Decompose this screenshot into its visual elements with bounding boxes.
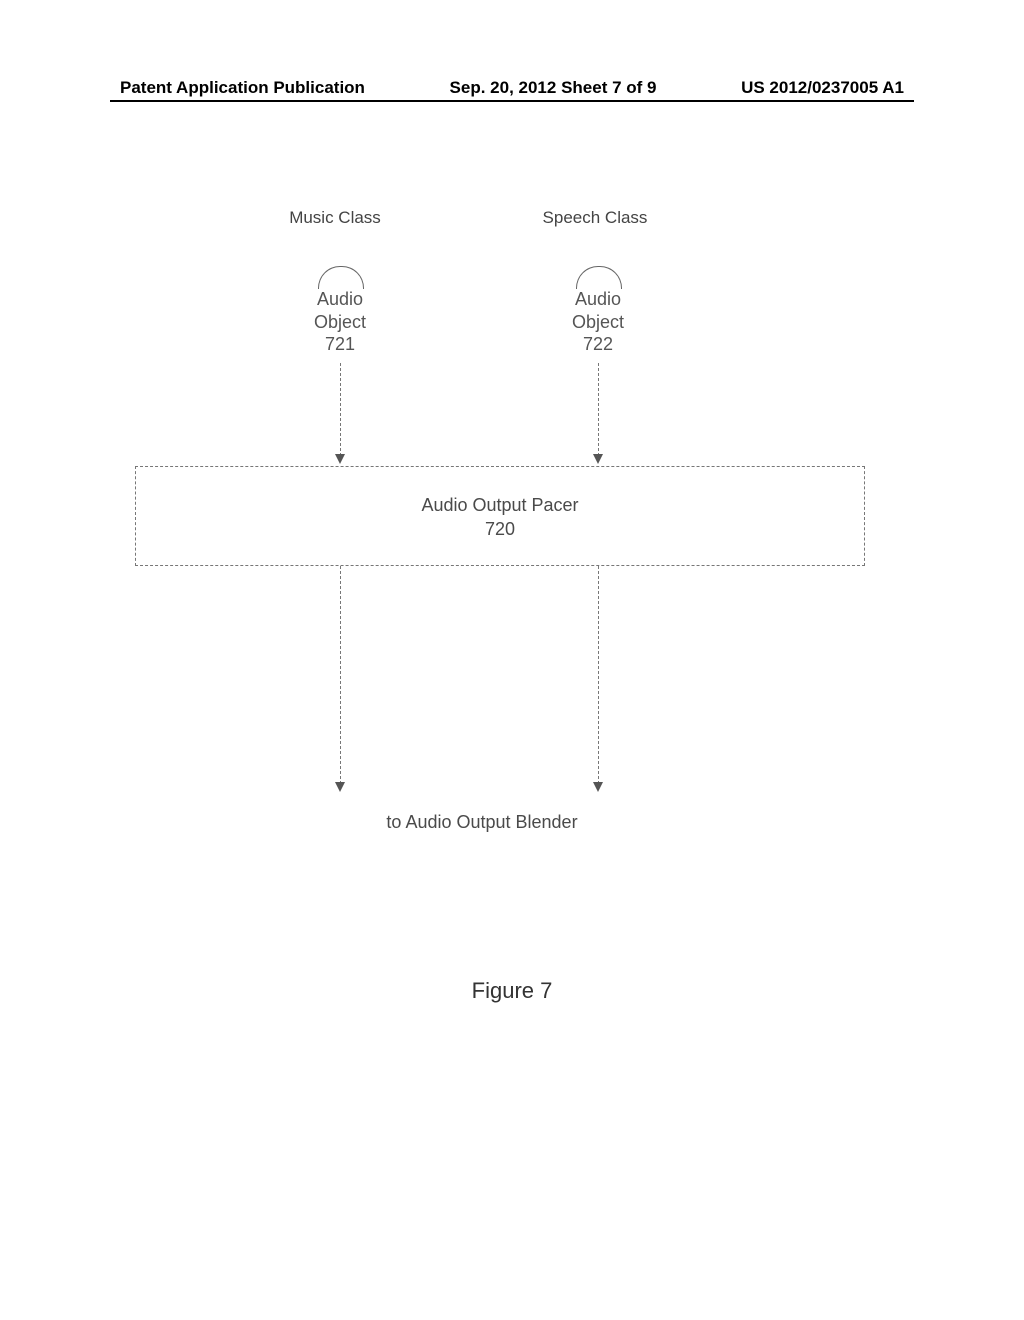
audio-output-pacer-box: Audio Output Pacer 720 (135, 466, 865, 566)
header-right: US 2012/0237005 A1 (741, 78, 904, 98)
arrow-down-icon (335, 454, 345, 464)
arrow-line (340, 363, 341, 456)
pacer-num: 720 (485, 519, 515, 539)
figure-caption: Figure 7 (0, 978, 1024, 1004)
arrow-down-icon (593, 782, 603, 792)
header-divider (110, 100, 914, 102)
speech-class-label: Speech Class (495, 208, 695, 228)
page: Patent Application Publication Sep. 20, … (0, 0, 1024, 1320)
header-left: Patent Application Publication (120, 78, 365, 98)
audio-object-line: Object (572, 312, 624, 332)
arrow-line (598, 363, 599, 456)
music-class-label: Music Class (235, 208, 435, 228)
output-blender-label: to Audio Output Blender (0, 812, 1024, 833)
arrow-line (340, 566, 341, 784)
audio-object-line: Audio (575, 289, 621, 309)
audio-object-num: 722 (583, 334, 613, 354)
header-center: Sep. 20, 2012 Sheet 7 of 9 (450, 78, 657, 98)
arrow-line (598, 566, 599, 784)
audio-object-line: Audio (317, 289, 363, 309)
audio-object-721: Audio Object 721 (280, 288, 400, 356)
audio-object-722: Audio Object 722 (538, 288, 658, 356)
arrow-down-icon (335, 782, 345, 792)
arc-icon (576, 266, 622, 289)
page-header: Patent Application Publication Sep. 20, … (120, 78, 904, 98)
audio-object-line: Object (314, 312, 366, 332)
arrow-down-icon (593, 454, 603, 464)
audio-object-num: 721 (325, 334, 355, 354)
arc-icon (318, 266, 364, 289)
pacer-title: Audio Output Pacer (421, 495, 578, 515)
